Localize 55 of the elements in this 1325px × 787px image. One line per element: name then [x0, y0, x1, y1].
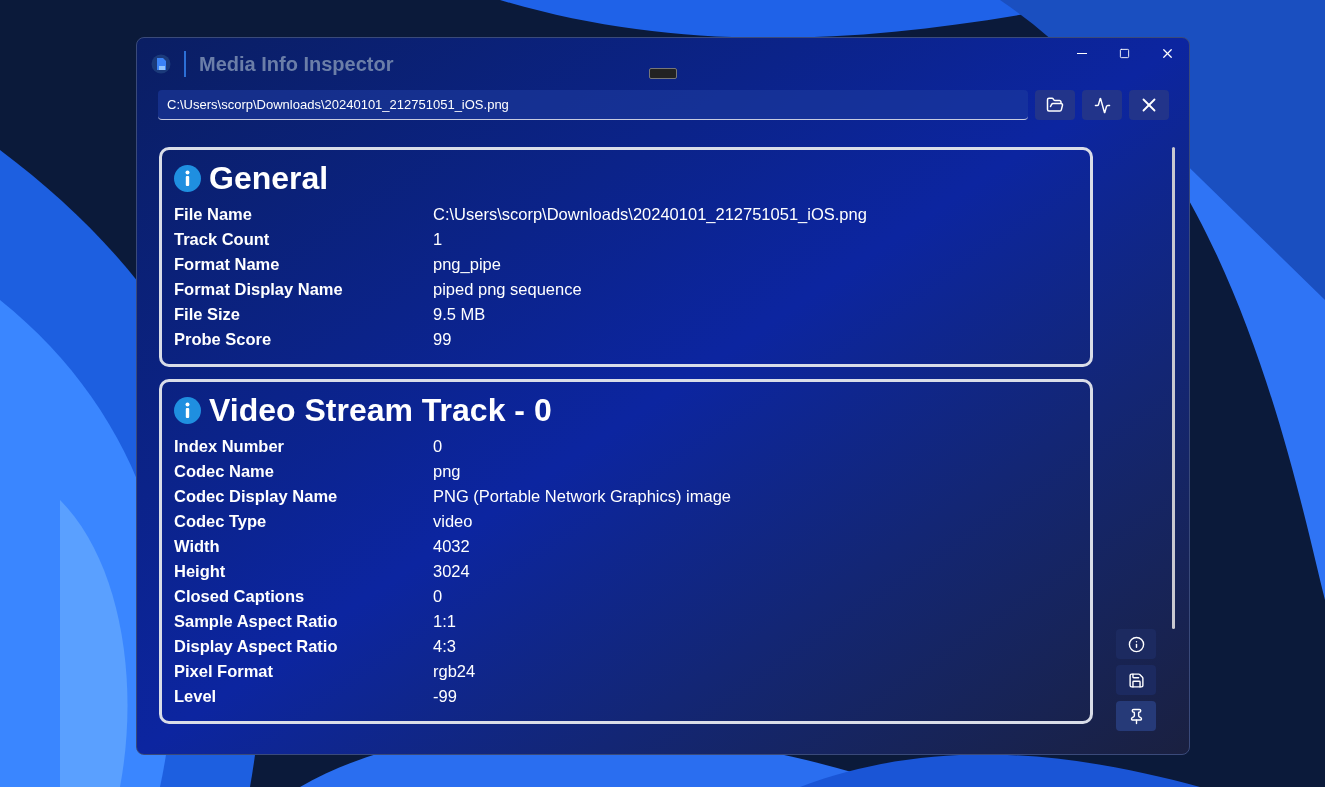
section-title: General — [209, 159, 329, 198]
save-button[interactable] — [1116, 665, 1156, 695]
field-value: 9.5 MB — [433, 304, 486, 326]
info-icon — [174, 396, 201, 424]
drag-handle[interactable] — [649, 68, 677, 79]
field-value: 99 — [433, 329, 452, 351]
field-value: 1:1 — [433, 611, 456, 633]
field-label: Probe Score — [174, 329, 273, 351]
clear-button[interactable] — [1129, 90, 1169, 120]
field-label: Height — [174, 561, 227, 583]
field-label: Format Display Name — [174, 279, 344, 301]
field-value: PNG (Portable Network Graphics) image — [433, 486, 731, 508]
field-label: File Size — [174, 304, 242, 326]
info-icon — [174, 164, 201, 192]
field-value: png_pipe — [433, 254, 501, 276]
pulse-icon — [1093, 96, 1111, 114]
field-value: 3024 — [433, 561, 470, 583]
info-icon — [1127, 635, 1145, 653]
folder-icon — [1046, 96, 1064, 114]
field-label: Closed Captions — [174, 586, 306, 608]
field-value: png — [433, 461, 461, 483]
field-value: video — [433, 511, 473, 533]
field-value: 1 — [433, 229, 443, 251]
file-path-field[interactable]: C:\Users\scorp\Downloads\20240101_212751051_iOS.png — [158, 90, 1028, 120]
field-label: Index Number — [174, 436, 286, 458]
info-button[interactable] — [1116, 629, 1156, 659]
field-label: Format Name — [174, 254, 281, 276]
field-label: Display Aspect Ratio — [174, 636, 339, 658]
window-title: Media Info Inspector — [199, 52, 394, 77]
field-value: rgb24 — [433, 661, 476, 683]
field-label: Codec Name — [174, 461, 275, 483]
field-label: Pixel Format — [174, 661, 275, 683]
pin-button[interactable] — [1116, 701, 1156, 731]
field-value: 0 — [433, 586, 443, 608]
field-value: C:\Users\scorp\Downloads\20240101_212751051_iOS.png — [433, 204, 867, 226]
document-icon — [151, 54, 171, 74]
save-icon — [1127, 671, 1145, 689]
field-label: Track Count — [174, 229, 271, 251]
field-value: 4:3 — [433, 636, 456, 658]
field-label: Level — [174, 686, 218, 708]
field-value: 0 — [433, 436, 443, 458]
field-label: Codec Display Name — [174, 486, 339, 508]
maximize-icon — [1119, 47, 1130, 59]
minimize-icon — [1076, 52, 1087, 54]
analyze-button[interactable] — [1082, 90, 1122, 120]
field-label: Codec Type — [174, 511, 268, 533]
field-label: Sample Aspect Ratio — [174, 611, 339, 633]
field-value: piped png sequence — [433, 279, 582, 301]
open-folder-button[interactable] — [1035, 90, 1075, 120]
field-value: -99 — [433, 686, 457, 708]
field-label: Width — [174, 536, 221, 558]
field-value: 4032 — [433, 536, 470, 558]
section-title: Video Stream Track - 0 — [209, 391, 552, 430]
field-label: File Name — [174, 204, 253, 226]
scrollbar[interactable] — [1172, 147, 1175, 629]
